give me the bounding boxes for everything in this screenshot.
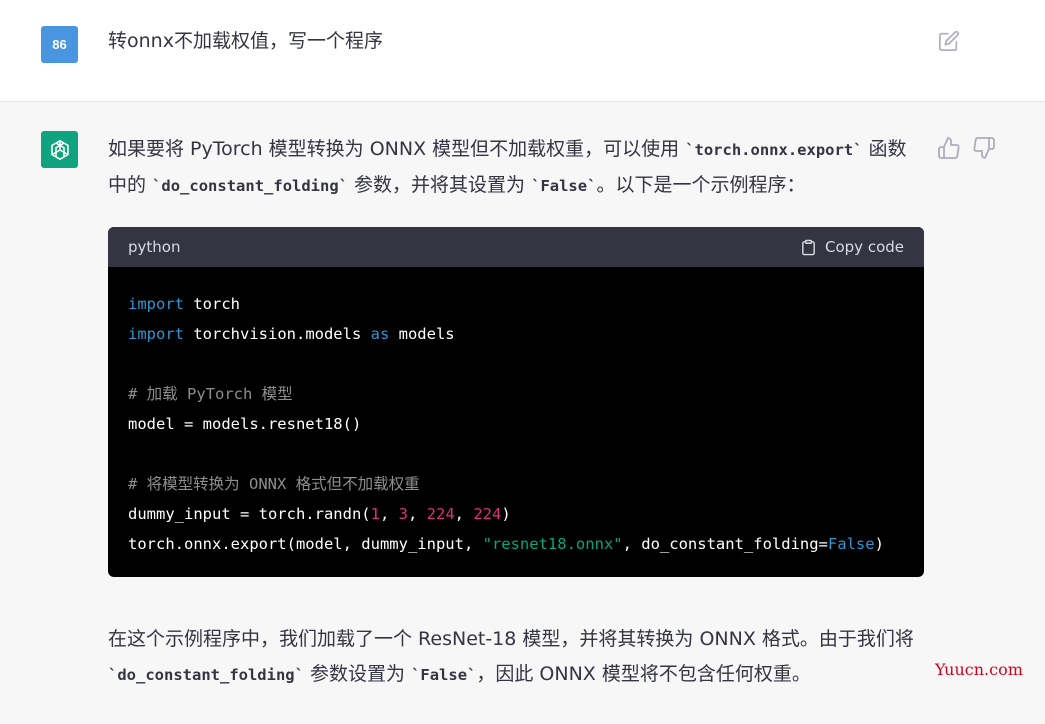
user-message-row: 86 转onnx不加载权值，写一个程序 bbox=[0, 0, 1045, 102]
code-number: 1 bbox=[370, 505, 380, 523]
code-text: models bbox=[389, 325, 455, 343]
code-keyword: as bbox=[370, 325, 390, 343]
inline-code: `False` bbox=[531, 177, 597, 195]
code-line: # 加载 PyTorch 模型 bbox=[128, 379, 904, 409]
clipboard-icon bbox=[802, 239, 815, 255]
code-text: , do_constant_folding= bbox=[622, 535, 828, 553]
thumbs-down-icon[interactable] bbox=[972, 136, 996, 160]
inline-code: `do_constant_folding` bbox=[152, 177, 349, 195]
intro-text: 如果要将 PyTorch 模型转换为 ONNX 模型但不加载权重，可以使用 bbox=[108, 138, 686, 160]
code-boolean: False bbox=[827, 535, 875, 553]
summary-text: ，因此 ONNX 模型将不包含任何权重。 bbox=[476, 663, 811, 685]
code-block: python Copy code import torch import torc… bbox=[108, 227, 924, 577]
code-text: torch bbox=[184, 295, 240, 313]
thumbs-up-icon[interactable] bbox=[937, 136, 961, 160]
code-number: 3 bbox=[398, 505, 408, 523]
code-line: model = models.resnet18() bbox=[128, 409, 904, 439]
code-text: ) bbox=[874, 535, 884, 553]
edit-icon[interactable] bbox=[938, 30, 960, 52]
code-keyword: import bbox=[128, 325, 184, 343]
code-number: 224 bbox=[426, 505, 455, 523]
openai-logo-icon bbox=[50, 139, 69, 160]
code-line-blank: ​ bbox=[128, 349, 904, 379]
code-line: import torchvision.models as models bbox=[128, 319, 904, 349]
watermark: Yuucn.com bbox=[935, 660, 1023, 679]
inline-code: `False` bbox=[411, 666, 477, 684]
inline-code: `do_constant_folding` bbox=[108, 666, 304, 684]
code-text: , bbox=[408, 505, 427, 523]
code-line: import torch bbox=[128, 289, 904, 319]
code-line: torch.onnx.export(model, dummy_input, "r… bbox=[128, 529, 904, 559]
code-comment: # 加载 PyTorch 模型 bbox=[128, 385, 293, 403]
code-text: , bbox=[454, 505, 474, 523]
code-text: dummy_input = torch.randn( bbox=[128, 505, 371, 523]
code-text: , bbox=[379, 505, 399, 523]
user-avatar: 86 bbox=[41, 26, 78, 63]
code-body: import torch import torchvision.models as… bbox=[108, 267, 924, 559]
summary-text: 参数设置为 bbox=[303, 663, 412, 685]
copy-code-label: Copy code bbox=[825, 238, 904, 256]
assistant-intro-paragraph: 如果要将 PyTorch 模型转换为 ONNX 模型但不加载权重，可以使用 `t… bbox=[108, 132, 923, 204]
code-text: ) bbox=[501, 505, 511, 523]
user-message-text: 转onnx不加载权值，写一个程序 bbox=[108, 30, 383, 52]
summary-text: 在这个示例程序中，我们加载了一个 ResNet-18 模型，并将其转换为 ONN… bbox=[108, 628, 914, 650]
code-line: dummy_input = torch.randn(1, 3, 224, 224… bbox=[128, 499, 904, 529]
code-text: model = models.resnet18() bbox=[128, 415, 362, 433]
code-language-label: python bbox=[128, 238, 181, 256]
copy-code-button[interactable]: Copy code bbox=[800, 238, 904, 256]
code-text: torch.onnx.export(model, dummy_input, bbox=[128, 535, 483, 553]
code-string: "resnet18.onnx" bbox=[482, 535, 623, 553]
code-block-header: python Copy code bbox=[108, 227, 924, 267]
code-text: torchvision.models bbox=[184, 325, 371, 343]
assistant-avatar bbox=[41, 131, 78, 168]
code-line-blank: ​ bbox=[128, 439, 904, 469]
code-line: # 将模型转换为 ONNX 格式但不加载权重 bbox=[128, 469, 904, 499]
code-keyword: import bbox=[128, 295, 184, 313]
inline-code: `torch.onnx.export` bbox=[685, 141, 863, 159]
assistant-summary-paragraph: 在这个示例程序中，我们加载了一个 ResNet-18 模型，并将其转换为 ONN… bbox=[108, 622, 923, 693]
assistant-message-row: 如果要将 PyTorch 模型转换为 ONNX 模型但不加载权重，可以使用 `t… bbox=[0, 102, 1045, 724]
intro-text: 。以下是一个示例程序： bbox=[596, 174, 806, 196]
code-comment: # 将模型转换为 ONNX 格式但不加载权重 bbox=[128, 475, 420, 493]
code-number: 224 bbox=[473, 505, 502, 523]
intro-text: 参数，并将其设置为 bbox=[348, 174, 532, 196]
